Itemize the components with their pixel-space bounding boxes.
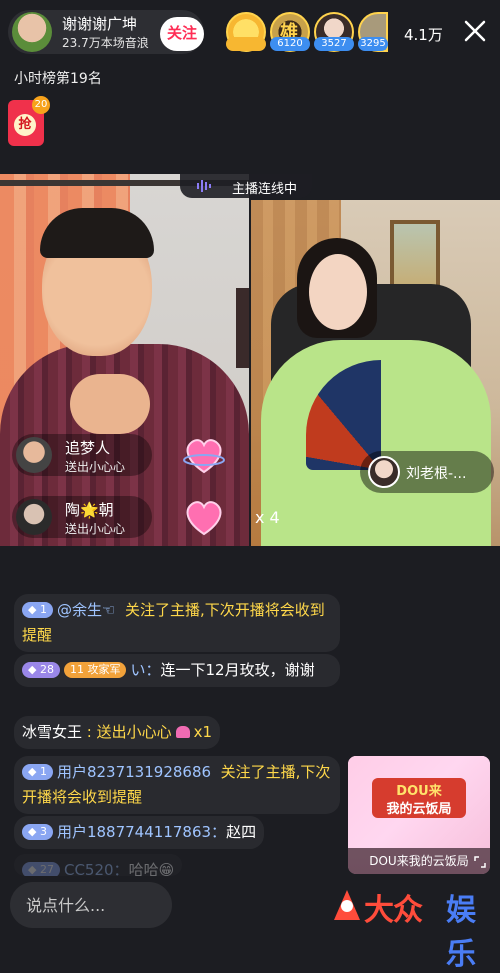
comment-input[interactable] (10, 882, 172, 928)
chat-user[interactable]: い (130, 661, 145, 679)
user-level-badge: ◆ 28 (22, 662, 60, 678)
watermark-text: 大众 (364, 893, 423, 928)
guest-figure-face (309, 254, 367, 330)
online-count[interactable]: 4.1万 (404, 24, 443, 45)
guest-video[interactable] (251, 200, 500, 546)
gift-sender-avatar[interactable] (16, 499, 52, 535)
chat-message[interactable]: ◆ 27 CC520：哈哈😁 (14, 854, 182, 876)
connect-label: 主播连线中 (232, 182, 298, 197)
gift-multiplier: x 4 (255, 508, 280, 527)
chat-text: 哈哈😁 (128, 861, 175, 876)
chat-message[interactable]: ◆ 1 用户8237131928686 关注了主播,下次开播将会收到提醒 (14, 756, 340, 814)
viewer-count: 3295 (358, 37, 388, 51)
gift-sender-name: 陶🌟朝 (65, 501, 114, 519)
host-figure-hair (40, 208, 154, 258)
guest-tag[interactable]: 刘老根-... (360, 451, 494, 493)
user-level-badge: ◆ 1 (22, 602, 53, 618)
guest-name: 刘老根-... (406, 466, 467, 482)
chat-message[interactable]: ◆ 1 @余生☜ 关注了主播,下次开播将会收到提醒 (14, 594, 340, 652)
hourly-rank[interactable]: 小时榜第19名 (14, 68, 102, 88)
user-level-badge: ◆ 27 (22, 862, 60, 876)
watermark-logo: 大众 娱乐 (330, 882, 500, 972)
user-level-badge: ◆ 1 (22, 764, 53, 780)
host-subtitle: 23.7万本场音浪 (62, 36, 149, 50)
chat-user[interactable]: CC520 (64, 861, 114, 876)
promo-caption: DOU来我的云饭局 (348, 848, 490, 874)
gift-notice[interactable]: 追梦人 送出小心心 (12, 434, 152, 476)
gift-count: x1 (193, 723, 213, 741)
gift-sender-avatar[interactable] (16, 437, 52, 473)
heart-gift-icon (186, 501, 222, 536)
chat-message[interactable]: ◆ 3 用户1887744117863：赵四 (14, 816, 265, 849)
host-video[interactable] (0, 174, 249, 546)
chat-text: 赵四 (226, 823, 257, 841)
fan-club-badge: 11 攻家军 (63, 662, 127, 678)
promo-title-line2: 我的云饭局 (386, 802, 452, 817)
small-heart-icon (175, 726, 190, 738)
watermark-text-2: 娱乐 (446, 893, 476, 972)
gift-notice[interactable]: 陶🌟朝 送出小心心 (12, 496, 152, 538)
logo-mark-icon (334, 890, 360, 920)
chat-text: 送出小心心 (96, 723, 172, 741)
host-name: 谢谢谢广坤 (62, 15, 138, 33)
chat-user[interactable]: 冰雪女王 (22, 723, 82, 741)
connect-status[interactable]: 主播连线中 (180, 174, 312, 198)
audio-wave-icon (197, 180, 211, 192)
chat-message[interactable]: 冰雪女王 : 送出小心心 x1 (14, 716, 221, 749)
close-icon[interactable] (458, 14, 492, 48)
promo-card[interactable]: DOU来 我的云饭局 DOU来我的云饭局 (348, 756, 490, 874)
gift-desc: 送出小心心 (65, 460, 126, 474)
chat-user[interactable]: 用户1887744117863 (57, 823, 211, 841)
follow-button[interactable]: 关注 (160, 17, 204, 51)
chat-user[interactable]: @余生☜ (57, 601, 115, 619)
chat-text: 连一下12月玫玫，谢谢 (160, 661, 315, 679)
guest-avatar[interactable] (368, 456, 400, 488)
chat-message[interactable]: ◆ 28 11 攻家军 い：连一下12月玫玫，谢谢 (14, 654, 340, 687)
viewer-count: 6120 (270, 37, 310, 51)
red-packet-glyph: 抢 (14, 114, 36, 136)
viewer-count: 3527 (314, 37, 354, 51)
host-figure-hands (70, 374, 150, 434)
red-packet-badge: 20 (32, 96, 50, 114)
wall-frame (236, 288, 249, 368)
expand-icon[interactable] (474, 856, 486, 868)
viewer-count (226, 37, 266, 51)
chat-user[interactable]: 用户8237131928686 (57, 763, 211, 781)
promo-title-line1: DOU来 (396, 784, 442, 799)
user-level-badge: ◆ 3 (22, 824, 53, 840)
gift-sender-name: 追梦人 (65, 439, 111, 457)
heart-gift-icon (183, 439, 225, 474)
gift-desc: 送出小心心 (65, 522, 126, 536)
red-packet-button[interactable]: 抢 20 (8, 96, 50, 146)
host-avatar[interactable] (12, 12, 52, 52)
